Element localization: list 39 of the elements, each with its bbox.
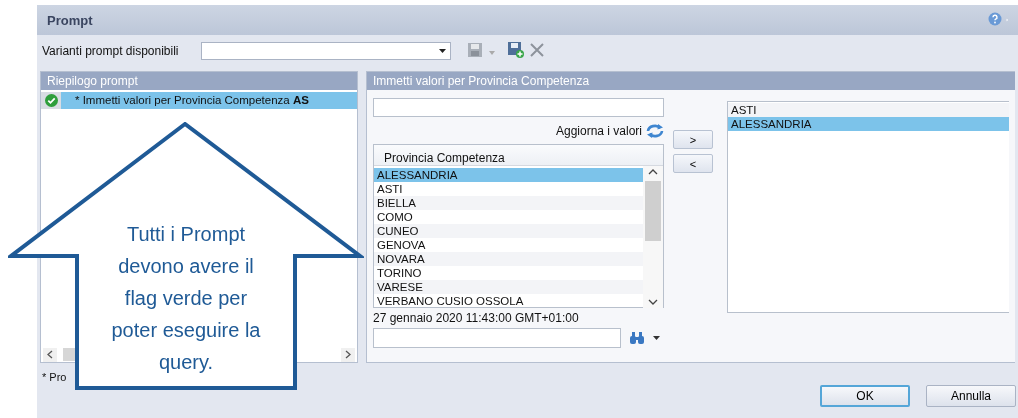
list-item[interactable]: ASTI — [374, 182, 643, 196]
footnote-text: * Pro — [42, 371, 67, 385]
list-item[interactable]: VARESE — [374, 280, 643, 294]
summary-item[interactable]: * Immetti valori per Provincia Competenza AS — [61, 92, 357, 109]
scroll-left-button[interactable] — [43, 347, 57, 362]
binoculars-icon[interactable] — [629, 332, 645, 344]
scroll-right-button[interactable] — [341, 347, 355, 362]
list-item[interactable]: CUNEO — [374, 224, 643, 238]
list-item[interactable]: GENOVA — [374, 238, 643, 252]
timestamp-text: 27 gennaio 2020 11:43:00 GMT+01:00 — [373, 311, 580, 325]
chevron-right-icon[interactable] — [345, 350, 351, 359]
list-item[interactable]: NOVARA — [374, 252, 643, 266]
cancel-button[interactable]: Annulla — [926, 385, 1016, 407]
list-item[interactable]: TORINO — [374, 266, 643, 280]
remove-button[interactable]: < — [673, 154, 713, 173]
list-item[interactable]: ASTI — [728, 103, 1009, 117]
list-item[interactable]: ALESSANDRIA — [374, 168, 643, 182]
scrollbar-thumb[interactable] — [645, 181, 661, 241]
callout-text: Tutti i Prompt devono avere il flag verde per poter eseguire la query. — [110, 222, 262, 375]
list-item[interactable]: COMO — [374, 210, 643, 224]
ok-button[interactable]: OK — [820, 385, 910, 407]
add-button[interactable]: > — [673, 130, 713, 149]
list-item[interactable]: ALESSANDRIA — [728, 117, 1009, 131]
caret-icon[interactable] — [438, 49, 446, 53]
field-label: Varianti prompt disponibili — [42, 44, 179, 58]
dialog-title: Prompt — [47, 12, 94, 28]
panel-header: Riepilogo prompt — [41, 72, 357, 90]
panel-header: Immetti valori per Provincia Competenza — [367, 72, 1015, 90]
column-header: Provincia Competenza — [374, 145, 663, 166]
value-input-field[interactable] — [373, 98, 664, 117]
refresh-link[interactable]: Aggiorna i valori — [555, 124, 642, 138]
list-item[interactable]: BIELLA — [374, 196, 643, 210]
caret-icon[interactable] — [653, 336, 660, 340]
search-field[interactable] — [373, 328, 621, 348]
disk-plus-icon[interactable] — [506, 41, 524, 61]
refresh-icon[interactable] — [646, 124, 664, 138]
chevron-left-icon[interactable] — [47, 350, 53, 359]
list-item[interactable]: VERBANO CUSIO OSSOLA — [374, 294, 643, 308]
vertical-scrollbar[interactable] — [643, 166, 663, 308]
